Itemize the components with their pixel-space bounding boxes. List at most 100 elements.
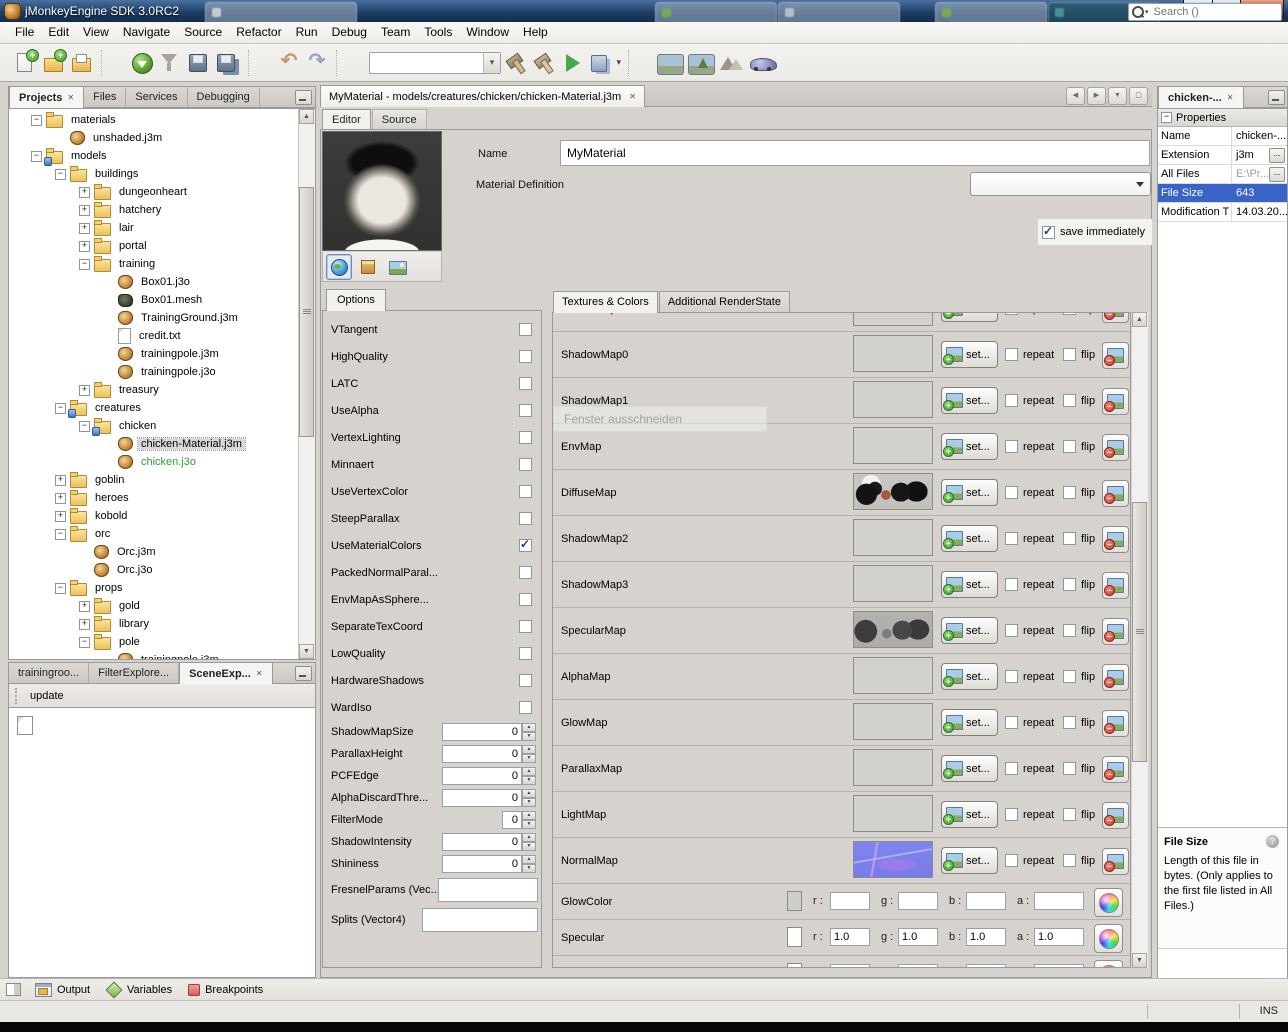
- spinner-input[interactable]: 0: [442, 833, 522, 851]
- spinner-buttons[interactable]: ▲▼: [522, 789, 536, 807]
- tree-expander-icon[interactable]: [79, 637, 90, 648]
- tree-item[interactable]: chicken-Material.j3m: [9, 435, 299, 453]
- close-icon[interactable]: ✕: [1227, 93, 1234, 102]
- search-input[interactable]: [1152, 5, 1278, 19]
- g-input[interactable]: 1.0: [898, 928, 938, 946]
- option-checkbox[interactable]: [519, 485, 532, 498]
- remove-texture-button[interactable]: [1102, 802, 1129, 829]
- repeat-checkbox[interactable]: [1005, 716, 1018, 729]
- texture-panel-tab[interactable]: Additional RenderState: [659, 291, 790, 313]
- quick-search[interactable]: ▾: [1128, 3, 1282, 21]
- vehicle-icon[interactable]: [749, 53, 777, 73]
- scrollbar-thumb[interactable]: [299, 187, 314, 437]
- menu-item[interactable]: Edit: [41, 22, 76, 43]
- b-input[interactable]: 1.0: [966, 964, 1006, 968]
- title-bar[interactable]: jMonkeyEngine SDK 3.0RC2 x: [0, 0, 1288, 22]
- flip-checkbox[interactable]: [1063, 440, 1076, 453]
- remove-texture-button[interactable]: [1102, 434, 1129, 461]
- tree-item[interactable]: goblin: [9, 471, 299, 489]
- menu-item[interactable]: Team: [374, 22, 417, 43]
- property-value[interactable]: 643: [1232, 187, 1287, 199]
- tree-expander-icon[interactable]: [79, 385, 90, 396]
- menu-item[interactable]: File: [8, 22, 41, 43]
- menu-item[interactable]: Debug: [325, 22, 374, 43]
- tree-item[interactable]: hatchery: [9, 201, 299, 219]
- option-checkbox[interactable]: [519, 566, 532, 579]
- repeat-checkbox[interactable]: [1005, 854, 1018, 867]
- set-texture-button[interactable]: set...: [941, 847, 998, 874]
- close-icon[interactable]: ✕: [256, 669, 263, 678]
- color-picker-button[interactable]: [1094, 888, 1123, 917]
- textures-scrollbar[interactable]: ▲ ▼: [1132, 312, 1148, 968]
- save-immediately-checkbox[interactable]: [1042, 226, 1055, 239]
- remove-texture-button[interactable]: [1102, 618, 1129, 645]
- tree-item[interactable]: trainingpole.j3m: [9, 345, 299, 363]
- set-texture-button[interactable]: set...: [941, 617, 998, 644]
- r-input[interactable]: 1.0: [830, 964, 870, 968]
- document-tab[interactable]: MyMaterial - models/creatures/chicken/ch…: [320, 85, 645, 107]
- menu-item[interactable]: Source: [177, 22, 229, 43]
- spinner-buttons[interactable]: ▲▼: [522, 767, 536, 785]
- repeat-checkbox[interactable]: [1005, 670, 1018, 683]
- ellipsis-button[interactable]: ...: [1269, 167, 1285, 182]
- flip-checkbox[interactable]: [1063, 394, 1076, 407]
- spinner-buttons[interactable]: ▲▼: [522, 723, 536, 741]
- color-picker-button[interactable]: [1094, 960, 1123, 968]
- flip-checkbox[interactable]: [1063, 854, 1076, 867]
- property-row[interactable]: Modification T 14.03.20... ...: [1158, 203, 1287, 222]
- tree-item[interactable]: training: [9, 255, 299, 273]
- tree-item[interactable]: props: [9, 579, 299, 597]
- tree-expander-icon[interactable]: [79, 205, 90, 216]
- spinner-buttons[interactable]: ▲▼: [522, 833, 536, 851]
- minimize-panel-button[interactable]: [295, 90, 312, 105]
- remove-texture-button[interactable]: [1102, 480, 1129, 507]
- cube-preview-button[interactable]: [355, 254, 381, 280]
- menu-item[interactable]: Refactor: [229, 22, 288, 43]
- asset-icon[interactable]: [688, 54, 715, 75]
- vector-input[interactable]: [422, 908, 538, 932]
- spin-down-icon[interactable]: ▼: [522, 776, 536, 785]
- remove-texture-button[interactable]: [1102, 848, 1129, 875]
- update-button[interactable]: update: [30, 690, 64, 702]
- spin-up-icon[interactable]: ▲: [522, 789, 536, 798]
- spinner-buttons[interactable]: ▲▼: [522, 745, 536, 763]
- tree-expander-icon[interactable]: [79, 223, 90, 234]
- a-input[interactable]: 1.0: [1034, 964, 1084, 968]
- repeat-checkbox[interactable]: [1005, 394, 1018, 407]
- remove-texture-button[interactable]: [1102, 342, 1129, 369]
- close-icon[interactable]: ✕: [67, 93, 74, 102]
- open-project-icon[interactable]: [70, 50, 94, 76]
- tree-item[interactable]: dungeonheart: [9, 183, 299, 201]
- flip-checkbox[interactable]: [1063, 312, 1076, 315]
- set-texture-button[interactable]: set...: [941, 387, 998, 414]
- texture-preview-button[interactable]: [384, 254, 410, 280]
- option-checkbox[interactable]: [519, 620, 532, 633]
- explorer-tab[interactable]: Projects ✕: [9, 86, 84, 108]
- spin-up-icon[interactable]: ▲: [522, 811, 536, 820]
- tree-expander-icon[interactable]: [31, 151, 42, 162]
- new-file-icon[interactable]: [14, 50, 38, 76]
- b-input[interactable]: [966, 892, 1006, 910]
- option-checkbox[interactable]: [519, 458, 532, 471]
- tree-item[interactable]: library: [9, 615, 299, 633]
- dock-window-icon[interactable]: [6, 983, 21, 996]
- explorer-tab[interactable]: Debugging ✕: [188, 86, 260, 107]
- spinner-input[interactable]: 0: [442, 855, 522, 873]
- options-tab[interactable]: Options: [326, 289, 386, 311]
- set-texture-button[interactable]: set...: [941, 801, 998, 828]
- tree-expander-icon[interactable]: [55, 403, 66, 414]
- spin-down-icon[interactable]: ▼: [522, 732, 536, 741]
- remove-texture-button[interactable]: [1102, 526, 1129, 553]
- texture-panel-tab[interactable]: Textures & Colors: [553, 291, 658, 313]
- new-project-icon[interactable]: [42, 50, 66, 76]
- remove-texture-button[interactable]: [1102, 572, 1129, 599]
- set-texture-button[interactable]: set...: [941, 709, 998, 736]
- tree-item[interactable]: trainingpole.j3m: [9, 651, 299, 659]
- flip-checkbox[interactable]: [1063, 670, 1076, 683]
- option-checkbox[interactable]: [519, 377, 532, 390]
- repeat-checkbox[interactable]: [1005, 348, 1018, 361]
- g-input[interactable]: 1.0: [898, 964, 938, 968]
- flip-checkbox[interactable]: [1063, 808, 1076, 821]
- color-picker-button[interactable]: [1094, 924, 1123, 953]
- navigator-tab[interactable]: FilterExplore... ✕: [89, 662, 179, 683]
